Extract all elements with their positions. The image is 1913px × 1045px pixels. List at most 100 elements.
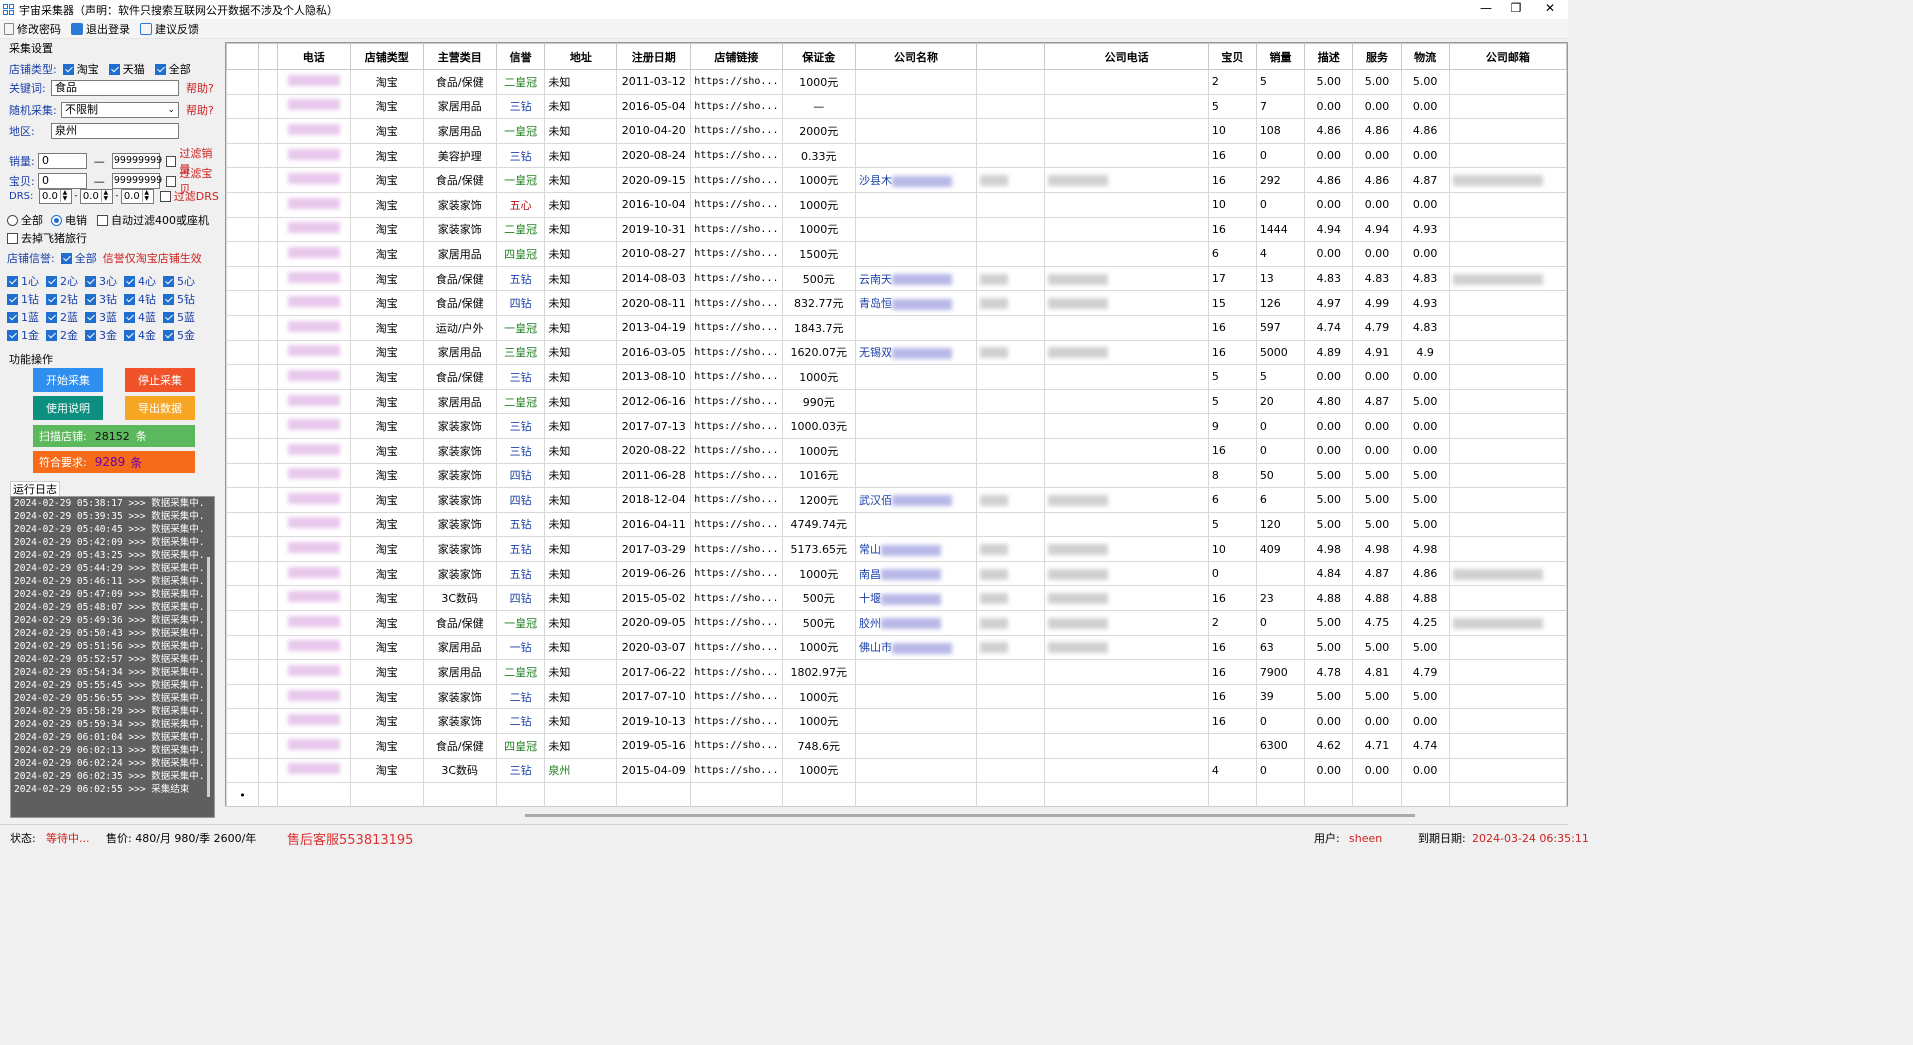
table-row[interactable]: 淘宝 家装家饰 二钻 未知 2019-10-13 https://sho... 1000元 1…: [226, 708, 1567, 735]
table-row[interactable]: 淘宝 家装家饰 五心 未知 2016-10-04 https://sho... 1000元 1…: [226, 191, 1567, 218]
shop-link-cell[interactable]: https://sho...: [690, 437, 783, 464]
feedback-menu[interactable]: 建议反馈: [140, 21, 199, 37]
credit-checkbox[interactable]: [46, 311, 57, 323]
credit-checkbox[interactable]: [46, 293, 57, 305]
region-input[interactable]: 泉州: [51, 123, 179, 139]
shop-link-cell[interactable]: https://sho...: [690, 462, 783, 489]
close-button[interactable]: ✕: [1532, 0, 1568, 19]
table-row[interactable]: 淘宝 家居用品 三皇冠 未知 2016-03-05 https://sho... 1620.…: [226, 339, 1567, 366]
shop-link-cell[interactable]: https://sho...: [690, 216, 783, 243]
table-row[interactable]: 淘宝 家居用品 一皇冠 未知 2010-04-20 https://sho... 2000元…: [226, 118, 1567, 144]
shop-link-cell[interactable]: https://sho...: [690, 191, 783, 218]
column-header[interactable]: 保证金: [781, 43, 857, 70]
table-row[interactable]: 淘宝 家装家饰 四钻 未知 2018-12-04 https://sho... 1200元武…: [226, 487, 1567, 513]
credit-option[interactable]: 2心: [46, 273, 85, 289]
credit-checkbox[interactable]: [163, 329, 174, 341]
shop-link-cell[interactable]: https://sho...: [690, 290, 783, 316]
dsr-1-spinner[interactable]: 0.0 ▲ ▼: [39, 188, 72, 204]
credit-checkbox[interactable]: [124, 275, 135, 287]
shop-link-cell[interactable]: https://sho...: [690, 93, 783, 120]
start-button[interactable]: 开始采集: [33, 368, 103, 392]
table-row[interactable]: 淘宝 家装家饰 二钻 未知 2017-07-10 https://sho... 1000元 1…: [226, 683, 1567, 710]
credit-option[interactable]: 3心: [85, 273, 124, 289]
credit-option[interactable]: 5心: [163, 273, 202, 289]
shop-link-cell[interactable]: https://sho...: [690, 413, 783, 439]
credit-checkbox[interactable]: [7, 329, 18, 341]
credit-option[interactable]: 2蓝: [46, 309, 85, 325]
column-header[interactable]: 服务: [1352, 43, 1402, 70]
all-type-checkbox[interactable]: [154, 63, 166, 75]
column-header[interactable]: 物流: [1400, 43, 1450, 70]
column-header[interactable]: 信誉: [495, 43, 546, 70]
credit-option[interactable]: 4金: [124, 327, 163, 343]
remove-fliggy-checkbox[interactable]: [7, 232, 18, 244]
column-header[interactable]: 公司电话: [1044, 43, 1209, 70]
shop-link-cell[interactable]: https://sho...: [690, 314, 783, 341]
credit-option[interactable]: 1金: [7, 327, 46, 343]
dsr-3-spinner[interactable]: 0.0 ▲ ▼: [120, 188, 154, 204]
shop-link-cell[interactable]: https://sho...: [690, 757, 783, 784]
filter-items-checkbox[interactable]: [165, 175, 177, 187]
credit-option[interactable]: 2钻: [46, 291, 85, 307]
shop-link-cell[interactable]: https://sho...: [690, 265, 783, 292]
table-row[interactable]: 淘宝 家装家饰 五钻 未知 2017-03-29 https://sho... 5173.6…: [226, 536, 1567, 562]
credit-option[interactable]: 3金: [85, 327, 124, 343]
credit-checkbox[interactable]: [124, 311, 135, 323]
column-header[interactable]: 地址: [544, 43, 618, 70]
column-header[interactable]: 注册日期: [616, 43, 692, 70]
table-row[interactable]: 淘宝 家居用品 三钻 未知 2016-05-04 https://sho... —5 7 0.0…: [226, 93, 1567, 120]
shop-link-cell[interactable]: https://sho...: [690, 708, 783, 735]
column-header[interactable]: [976, 43, 1046, 70]
table-row[interactable]: 淘宝 食品/保健 一皇冠 未知 2020-09-05 https://sho... 500元…: [226, 610, 1567, 636]
credit-checkbox[interactable]: [85, 275, 96, 287]
shop-link-cell[interactable]: https://sho...: [690, 610, 783, 636]
credit-checkbox[interactable]: [124, 293, 135, 305]
column-header[interactable]: 宝贝: [1207, 43, 1257, 70]
change-password-menu[interactable]: 修改密码: [4, 21, 61, 37]
taobao-checkbox[interactable]: [62, 63, 74, 75]
shop-link-cell[interactable]: https://sho...: [690, 388, 783, 415]
table-row[interactable]: 淘宝 家装家饰 三钻 未知 2020-08-22 https://sho... 1000元 1…: [226, 437, 1567, 464]
logout-menu[interactable]: 退出登录: [71, 21, 130, 37]
random-select[interactable]: 不限制 ⌄: [61, 102, 179, 118]
credit-checkbox[interactable]: [85, 311, 96, 323]
table-row[interactable]: 淘宝 家装家饰 五钻 未知 2019-06-26 https://sho... 1000元南…: [226, 560, 1567, 587]
table-row[interactable]: 淘宝 家居用品 四皇冠 未知 2010-08-27 https://sho... 1500元…: [226, 241, 1567, 267]
credit-option[interactable]: 4蓝: [124, 309, 163, 325]
shop-link-cell[interactable]: https://sho...: [690, 733, 783, 759]
shop-link-cell[interactable]: https://sho...: [690, 167, 783, 193]
items-min-input[interactable]: 0: [38, 173, 87, 189]
column-header[interactable]: 描述: [1304, 43, 1354, 70]
manual-button[interactable]: 使用说明: [33, 396, 103, 420]
shop-link-cell[interactable]: https://sho...: [690, 241, 783, 267]
credit-checkbox[interactable]: [163, 293, 174, 305]
keyword-input[interactable]: 食品: [51, 80, 179, 96]
credit-all-checkbox[interactable]: [60, 252, 72, 264]
credit-checkbox[interactable]: [124, 329, 135, 341]
tmall-checkbox[interactable]: [108, 63, 120, 75]
maximize-button[interactable]: ❐: [1498, 0, 1534, 19]
credit-checkbox[interactable]: [7, 275, 18, 287]
credit-option[interactable]: 1蓝: [7, 309, 46, 325]
table-row[interactable]: 淘宝 食品/保健 五钻 未知 2014-08-03 https://sho... 500元云…: [226, 265, 1567, 292]
column-header[interactable]: 公司名称: [855, 43, 978, 70]
shop-link-cell[interactable]: https://sho...: [690, 560, 783, 587]
column-header[interactable]: 电话: [276, 43, 351, 70]
table-row[interactable]: 淘宝 食品/保健 四皇冠 未知 2019-05-16 https://sho... 748.…: [226, 733, 1567, 759]
table-row[interactable]: 淘宝 家装家饰 二皇冠 未知 2019-10-31 https://sho... 1000元…: [226, 216, 1567, 243]
column-header[interactable]: 公司邮箱: [1448, 43, 1567, 70]
credit-option[interactable]: 5金: [163, 327, 202, 343]
credit-option[interactable]: 5钻: [163, 291, 202, 307]
shop-link-cell[interactable]: https://sho...: [690, 69, 783, 95]
column-header[interactable]: 店铺链接: [690, 43, 783, 70]
column-header[interactable]: 店铺类型: [349, 43, 424, 70]
credit-option[interactable]: 2金: [46, 327, 85, 343]
credit-option[interactable]: 5蓝: [163, 309, 202, 325]
credit-option[interactable]: 3蓝: [85, 309, 124, 325]
credit-option[interactable]: 4钻: [124, 291, 163, 307]
table-row[interactable]: 淘宝 食品/保健 一皇冠 未知 2020-09-15 https://sho... 1000…: [226, 167, 1567, 193]
shop-link-cell[interactable]: https://sho...: [690, 585, 783, 612]
radio-all[interactable]: [7, 214, 18, 226]
credit-option[interactable]: 4心: [124, 273, 163, 289]
shop-link-cell[interactable]: https://sho...: [690, 339, 783, 366]
